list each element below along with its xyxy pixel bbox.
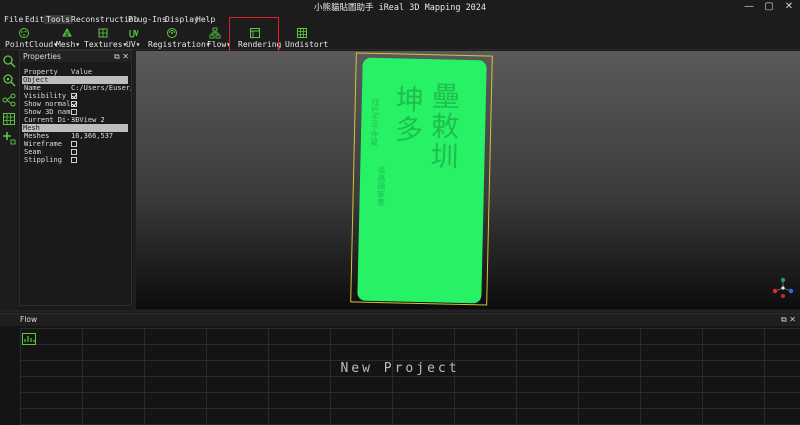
meshes-key: Meshes — [24, 132, 50, 140]
undistort-icon — [297, 28, 307, 38]
maximize-button[interactable]: ▢ — [762, 1, 776, 13]
flow-icon — [209, 27, 221, 39]
toolbar-textures-label: Textures — [84, 40, 123, 49]
toolbar-registration-button[interactable]: Registration▾ — [148, 26, 211, 50]
current-display-value: 3DView 2 — [71, 116, 105, 124]
seam-row: Seam — [23, 148, 131, 156]
menu-plug-ins[interactable]: Plug-Ins — [128, 15, 167, 24]
add-node-icon[interactable] — [2, 131, 16, 145]
carved-large-characters-2: 坤多 — [390, 84, 426, 146]
float-panel-icon[interactable]: ⧉ — [781, 315, 787, 324]
show-normals-key: Show normals — [24, 100, 75, 108]
toolbar-flow-label: Flow — [207, 40, 227, 49]
mesh-icon — [62, 27, 72, 37]
zoom-icon[interactable] — [2, 54, 16, 68]
new-project-placeholder: New Project — [340, 361, 460, 376]
textures-icon — [98, 28, 108, 38]
menu-edit[interactable]: Edit — [25, 15, 44, 24]
toolbar-mesh-label: Mesh — [56, 40, 76, 49]
carved-large-characters: 壘敕圳 — [426, 81, 462, 172]
property-column-label: Property — [24, 68, 58, 76]
main-toolbar: PointCloud▾ Mesh▾ Textures▾ UV▾ Registra… — [0, 26, 800, 50]
name-value: C:/Users/Euser/ — [71, 84, 131, 92]
dropdown-arrow-icon: ▾ — [135, 40, 141, 49]
left-tool-strip — [0, 50, 18, 310]
toolbar-uv-button[interactable]: UV▾ — [125, 26, 143, 50]
object-section-label: Object — [23, 76, 49, 84]
visibility-key: Visibility — [24, 92, 67, 100]
nodes-icon[interactable] — [2, 93, 16, 107]
meshes-row: Meshes 16,366,537 — [23, 132, 131, 140]
toolbar-pointcloud-label: PointCloud — [5, 40, 54, 49]
current-display-row[interactable]: Current Di··· 3DView 2 — [23, 116, 131, 124]
value-column-label: Value — [71, 68, 93, 76]
menu-file[interactable]: File — [4, 15, 23, 24]
mesh-section-label: Mesh — [23, 124, 40, 132]
grid-icon[interactable] — [2, 112, 16, 126]
visibility-row: Visibility — [23, 92, 131, 100]
close-panel-icon[interactable]: ✕ — [122, 52, 129, 61]
toolbar-uv-label: UV — [126, 40, 136, 49]
menu-display[interactable]: Display — [165, 15, 199, 24]
toolbar-pointcloud-button[interactable]: PointCloud▾ — [4, 26, 58, 50]
seam-checkbox[interactable] — [71, 149, 77, 155]
toolbar-textures-button[interactable]: Textures▾ — [84, 26, 127, 50]
axis-gizmo-icon[interactable] — [772, 277, 794, 299]
uv-icon — [129, 29, 139, 38]
dropdown-arrow-icon: ▾ — [75, 40, 81, 49]
properties-title: Properties — [23, 52, 61, 61]
minimize-button[interactable]: — — [742, 1, 756, 13]
wireframe-checkbox[interactable] — [71, 141, 77, 147]
toolbar-flow-button[interactable]: Flow▾ — [206, 26, 231, 50]
toolbar-undistort-label: Undistort — [285, 40, 329, 49]
textured-mesh-model[interactable]: 壘敕圳 坤多 戍巳壬子仲夏 吳昌碩篆書 — [357, 57, 487, 304]
flow-header: Flow ⧉ ✕ — [0, 314, 800, 326]
object-section-row[interactable]: Object — [22, 76, 128, 84]
seam-key: Seam — [24, 148, 41, 156]
toolbar-undistort-button[interactable]: Undistort — [284, 26, 328, 50]
carved-inscription: 戍巳壬子仲夏 — [369, 97, 380, 147]
properties-header: Properties ⧉ ✕ — [20, 51, 131, 62]
stippling-row: Stippling — [23, 156, 131, 164]
flow-chart-icon[interactable] — [22, 333, 36, 345]
horizontal-splitter[interactable] — [0, 310, 800, 312]
window-title: 小熊貓貼圖助手 iReal 3D Mapping 2024 — [313, 3, 487, 13]
name-row[interactable]: Name C:/Users/Euser/ — [23, 84, 131, 92]
toolbar-registration-label: Registration — [148, 40, 206, 49]
flow-canvas[interactable] — [20, 328, 800, 425]
title-bar: 小熊貓貼圖助手 iReal 3D Mapping 2024 — ▢ ✕ — [0, 0, 800, 14]
wireframe-key: Wireframe — [24, 140, 62, 148]
properties-panel: Properties ⧉ ✕ Property Value Object Nam… — [19, 50, 132, 306]
show-3d-name-key: Show 3D name — [24, 108, 75, 116]
menu-help[interactable]: Help — [196, 15, 215, 24]
menu-tools[interactable]: Tools — [44, 15, 73, 24]
float-panel-icon[interactable]: ⧉ — [114, 52, 120, 61]
zoom-fit-icon[interactable] — [2, 73, 16, 87]
3d-viewport[interactable]: 壘敕圳 坤多 戍巳壬子仲夏 吳昌碩篆書 — [136, 51, 800, 309]
visibility-checkbox[interactable] — [71, 93, 77, 99]
mesh-section-row[interactable]: Mesh — [22, 124, 128, 132]
stippling-key: Stippling — [24, 156, 62, 164]
show-3d-name-checkbox[interactable] — [71, 109, 77, 115]
show-3d-name-row: Show 3D name — [23, 108, 131, 116]
meshes-value: 16,366,537 — [71, 132, 114, 140]
name-key: Name — [24, 84, 41, 92]
toolbar-mesh-button[interactable]: Mesh▾ — [55, 26, 81, 50]
properties-column-header: Property Value — [23, 68, 131, 76]
flow-title: Flow — [20, 315, 38, 324]
menu-bar: File Edit Tools Reconstruction Plug-Ins … — [0, 14, 800, 26]
carved-inscription-2: 吳昌碩篆書 — [376, 165, 387, 207]
wireframe-row: Wireframe — [23, 140, 131, 148]
close-button[interactable]: ✕ — [782, 1, 796, 13]
registration-icon — [167, 28, 177, 38]
show-normals-checkbox[interactable] — [71, 101, 77, 107]
show-normals-row: Show normals — [23, 100, 131, 108]
stippling-checkbox[interactable] — [71, 157, 77, 163]
close-panel-icon[interactable]: ✕ — [789, 315, 796, 324]
point-cloud-icon — [19, 28, 29, 38]
